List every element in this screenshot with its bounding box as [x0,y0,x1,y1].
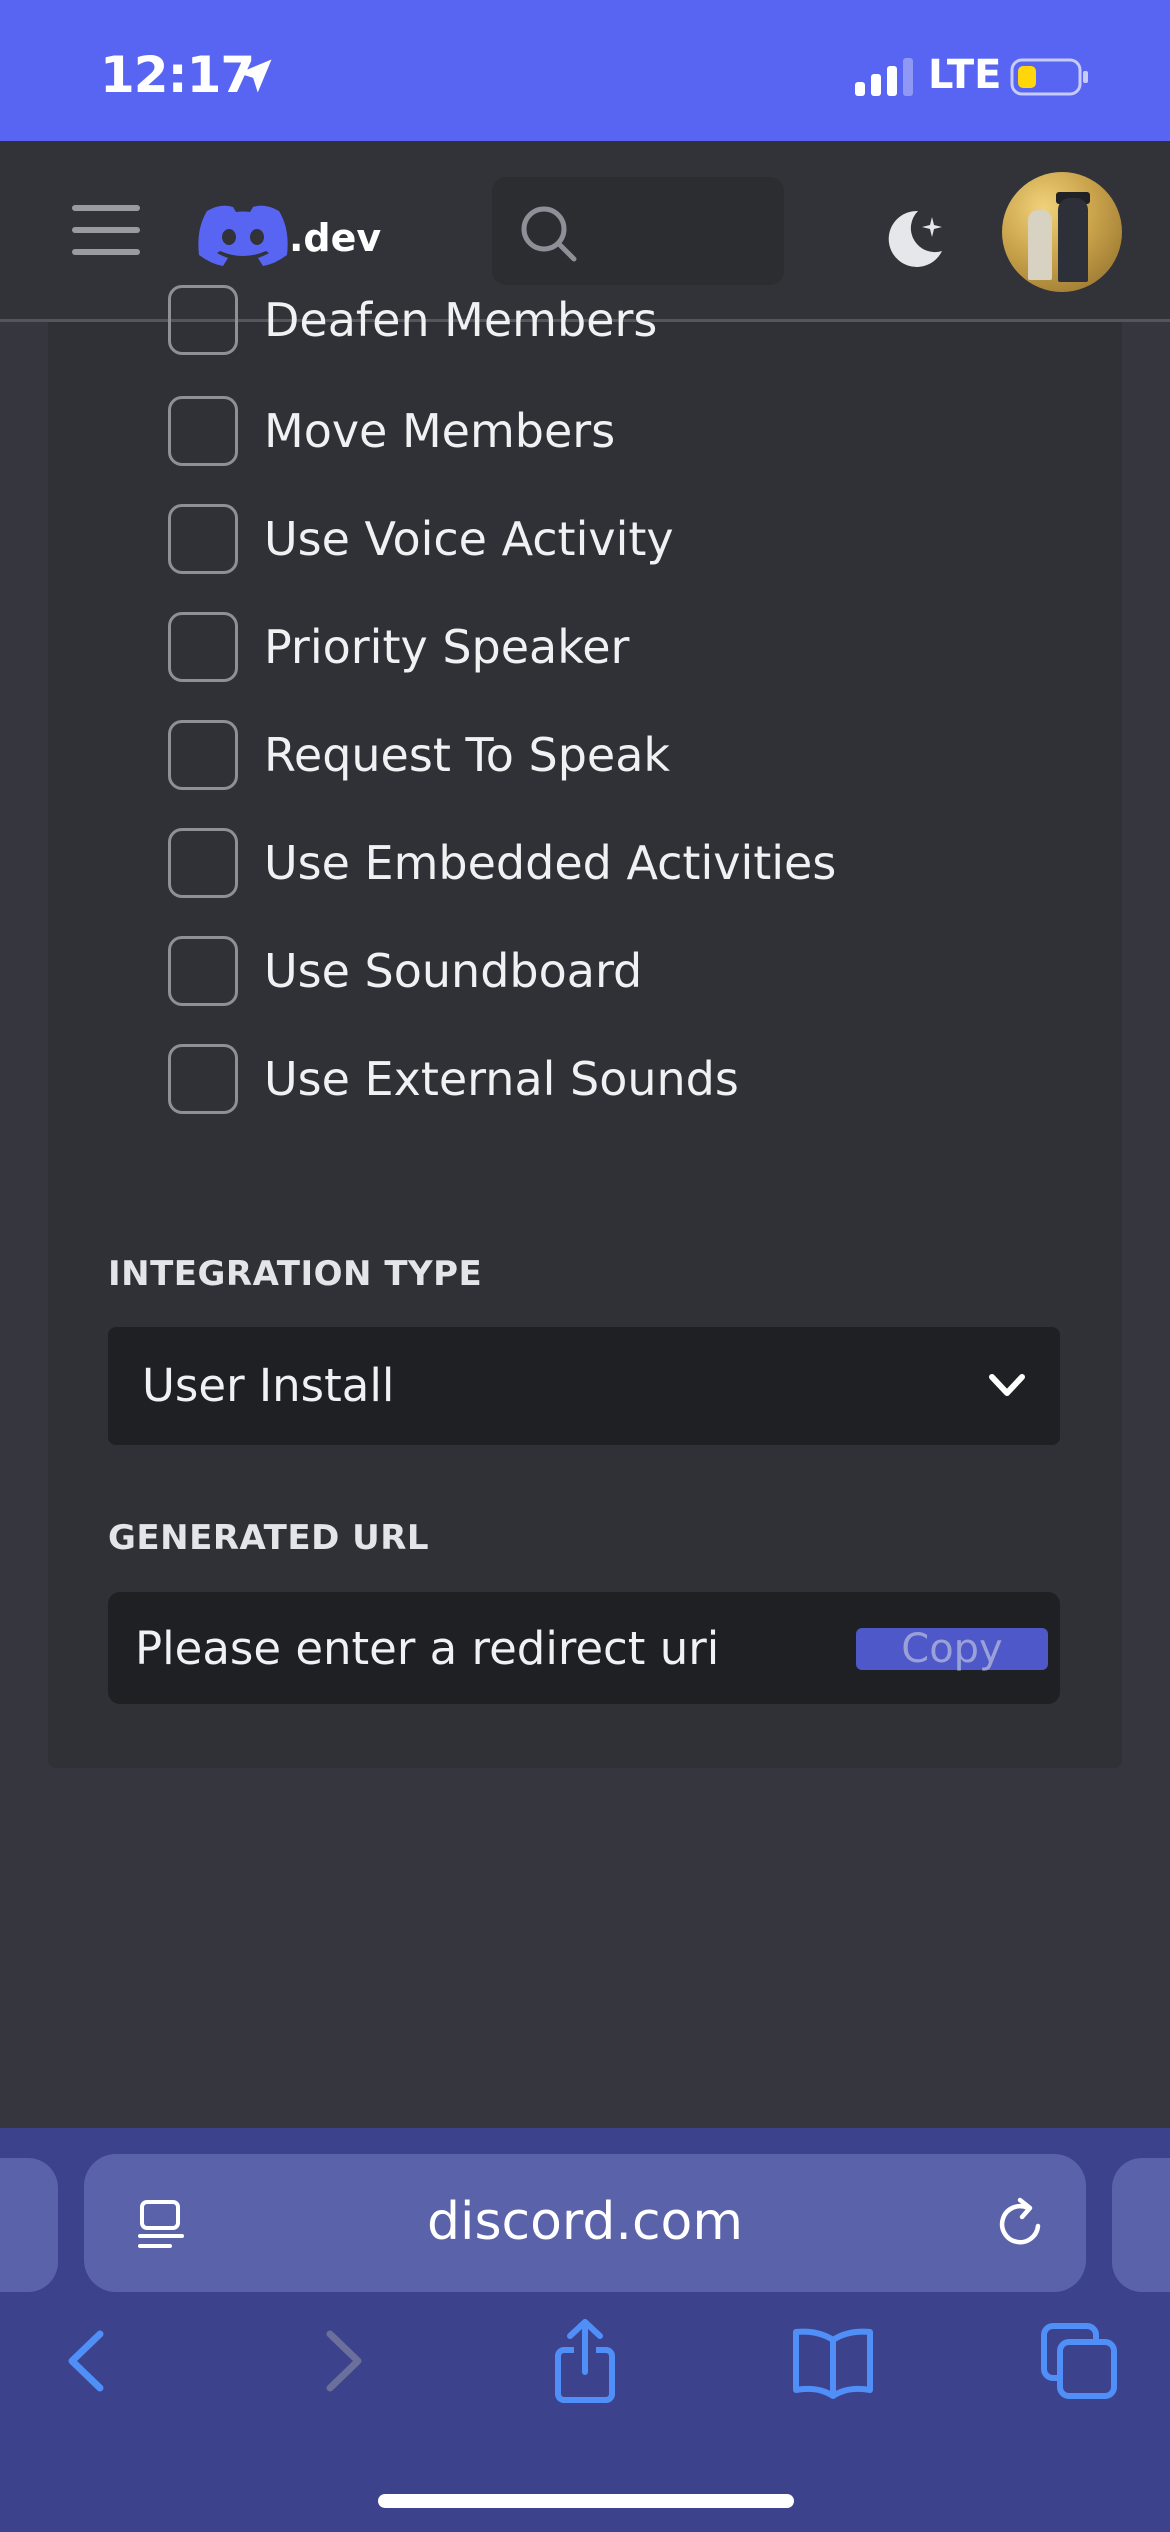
permission-label: Request To Speak [264,728,671,782]
generated-url-label: GENERATED URL [108,1518,430,1558]
discord-dev-logo[interactable]: .dev [195,193,395,273]
logo-text: .dev [289,216,381,260]
copy-button[interactable]: Copy [856,1628,1048,1670]
address-url: discord.com [426,2192,743,2252]
previous-tab-preview[interactable] [0,2158,58,2292]
browser-nav-row [0,2316,1170,2436]
browser-toolbar: discord.com [0,2128,1170,2532]
permission-item[interactable]: Use Soundboard [168,935,1068,1007]
reload-icon[interactable] [994,2196,1048,2250]
permission-item[interactable]: Request To Speak [168,719,1068,791]
search-input[interactable] [492,177,784,285]
permission-label: Use External Sounds [264,1052,739,1106]
chevron-down-icon [989,1374,1025,1396]
home-indicator[interactable] [378,2494,794,2508]
permission-item[interactable]: Use Voice Activity [168,503,1068,575]
permission-item[interactable]: Use External Sounds [168,1043,1068,1115]
forward-icon[interactable] [296,2316,386,2406]
permission-checkbox[interactable] [168,504,238,574]
status-bar: 12:17 LTE [0,0,1170,141]
integration-type-select[interactable]: User Install [108,1327,1060,1445]
status-time: 12:17 [100,46,255,104]
permission-label: Priority Speaker [264,620,630,674]
theme-toggle-icon[interactable] [880,203,950,273]
permission-checkbox[interactable] [168,612,238,682]
generated-url-field[interactable]: Please enter a redirect uri Copy [108,1592,1060,1704]
next-tab-preview[interactable] [1112,2158,1170,2292]
oauth-url-generator-panel: Deafen Members Move Members Use Voice Ac… [48,285,1122,1768]
integration-type-label: INTEGRATION TYPE [108,1254,483,1294]
network-type: LTE [928,52,1002,98]
permission-item[interactable]: Priority Speaker [168,611,1068,683]
permission-item[interactable]: Move Members [168,395,1068,467]
search-icon [521,206,577,262]
permission-label: Deafen Members [264,293,658,347]
back-icon[interactable] [44,2316,134,2406]
address-bar[interactable]: discord.com [84,2154,1086,2292]
permission-label: Use Soundboard [264,944,643,998]
permission-checkbox[interactable] [168,936,238,1006]
permission-checkbox[interactable] [168,1044,238,1114]
permission-checkbox[interactable] [168,285,238,355]
permission-checkbox[interactable] [168,828,238,898]
permission-label: Use Voice Activity [264,512,674,566]
permission-checkbox[interactable] [168,720,238,790]
location-arrow-icon [238,59,272,93]
integration-type-value: User Install [142,1359,395,1412]
menu-icon[interactable] [72,205,140,257]
share-icon[interactable] [540,2316,630,2406]
generated-url-value: Please enter a redirect uri [135,1622,720,1675]
permission-label: Move Members [264,404,616,458]
battery-icon [1010,58,1088,96]
permission-checkbox[interactable] [168,396,238,466]
tabs-icon[interactable] [1034,2316,1124,2406]
permission-label: Use Embedded Activities [264,836,837,890]
permission-item[interactable]: Deafen Members [168,284,1068,356]
bookmarks-icon[interactable] [788,2316,878,2406]
user-avatar[interactable] [1002,172,1122,292]
cellular-signal-icon [855,58,913,96]
permission-item[interactable]: Use Embedded Activities [168,827,1068,899]
